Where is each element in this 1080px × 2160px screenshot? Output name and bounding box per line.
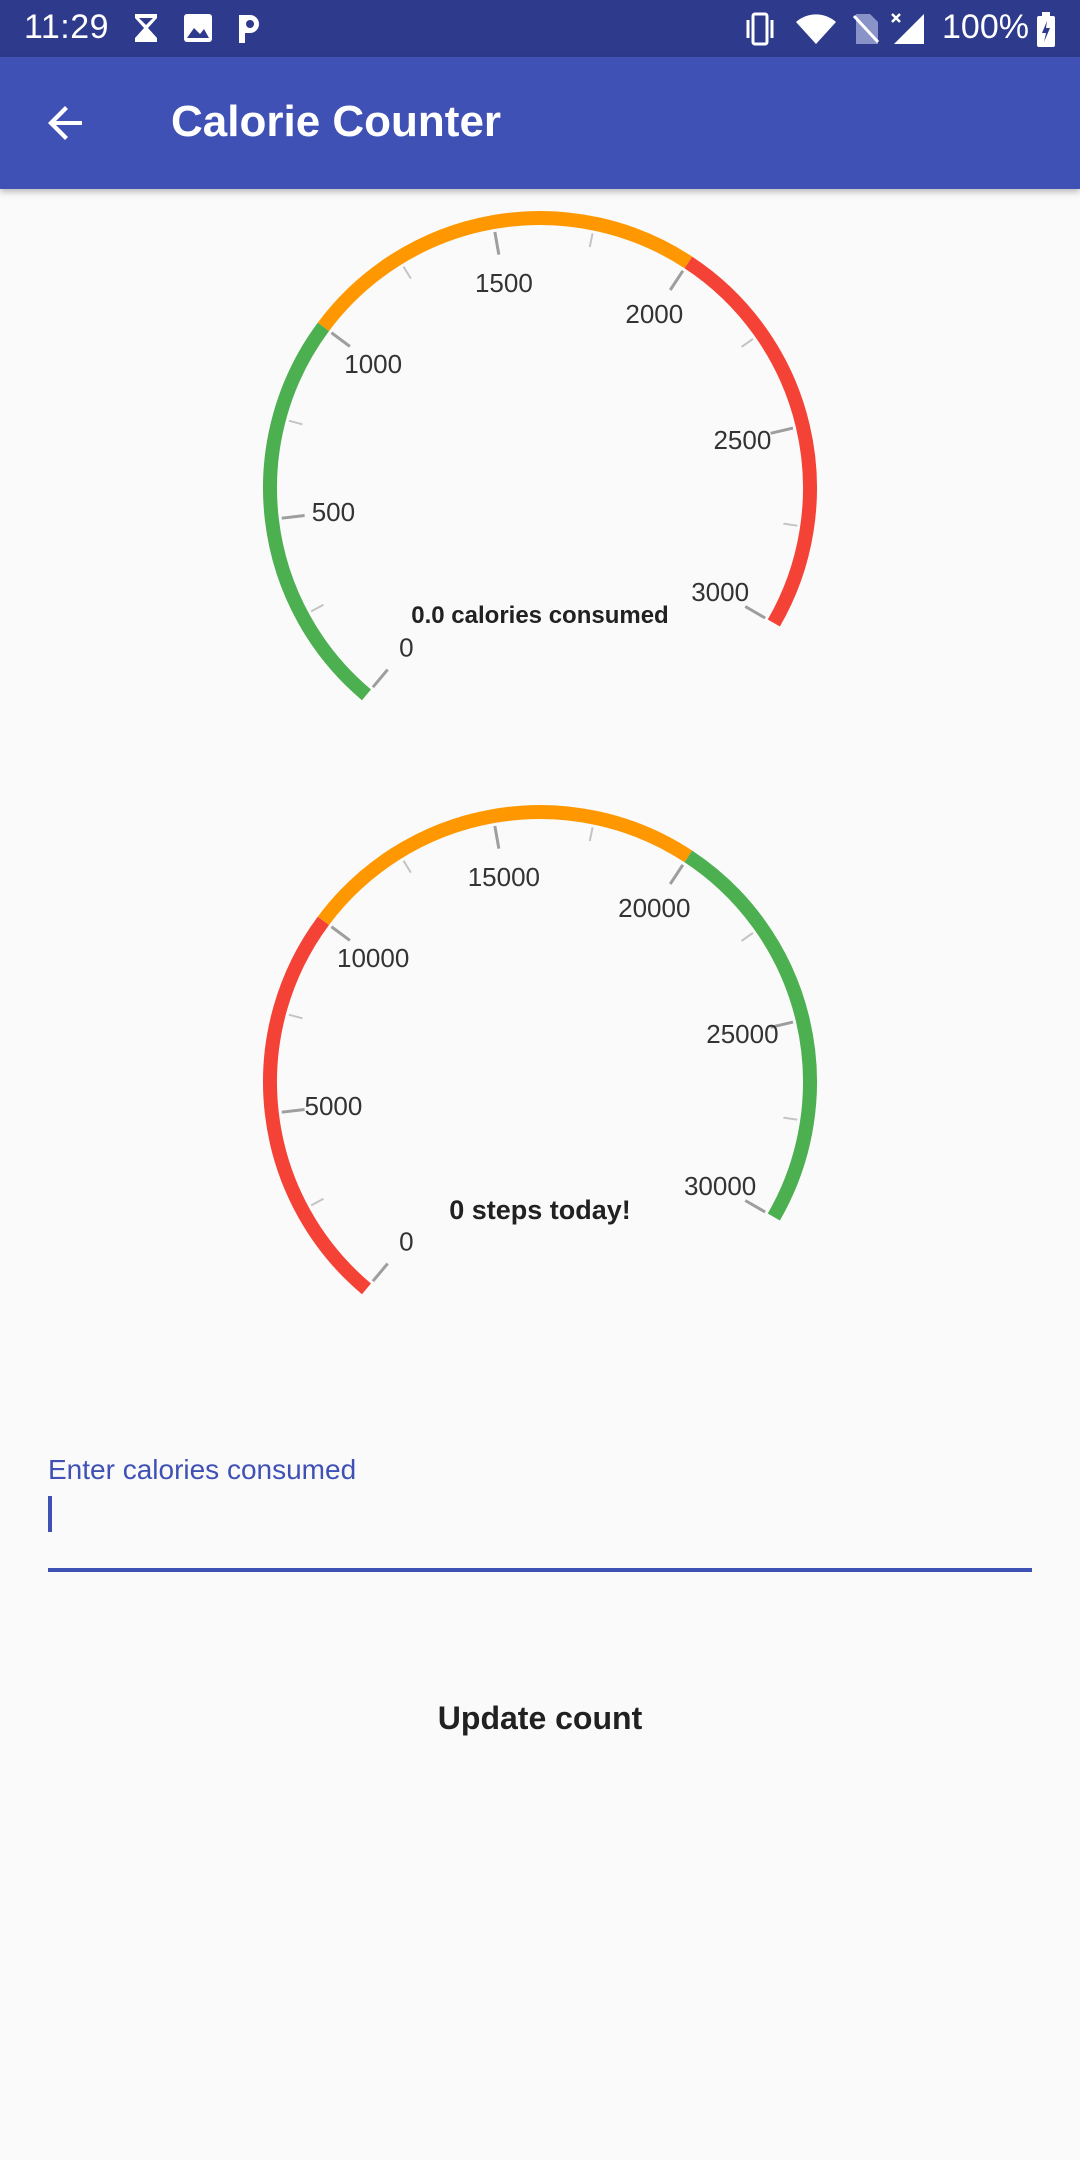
battery-charging-icon	[1037, 12, 1055, 47]
calories-gauge-tick-label: 0	[399, 632, 413, 662]
steps-gauge-tick	[783, 1116, 798, 1121]
status-bar: 11:29 100%	[0, 0, 1080, 57]
page-title: Calorie Counter	[171, 97, 502, 146]
signal-icon	[891, 13, 924, 44]
steps-gauge-tick	[740, 932, 754, 942]
calories-gauge-tick	[330, 331, 351, 348]
wifi-icon	[796, 14, 836, 44]
steps-gauge-tick-label: 15000	[468, 862, 540, 892]
steps-gauge-svg: 0 5000 10000 15000 20000 25000 30000 0 steps to…	[263, 805, 817, 1295]
calories-gauge-tick	[588, 233, 594, 248]
arrow-back-icon[interactable]	[42, 99, 90, 147]
steps-gauge-tick	[330, 925, 351, 942]
steps-gauge-tick	[371, 1262, 389, 1283]
calories-gauge-tick	[744, 605, 766, 620]
p-app-icon	[239, 15, 259, 43]
calories-gauge-tick	[281, 514, 305, 520]
app-bar: Calorie Counter	[0, 57, 1080, 189]
steps-gauge-tick	[588, 827, 594, 842]
vibrate-icon	[746, 12, 774, 46]
calories-gauge-tick	[770, 426, 794, 435]
steps-gauge-tick-label: 5000	[304, 1091, 362, 1121]
steps-gauge-caption: 0 steps today!	[449, 1195, 631, 1225]
image-icon	[184, 14, 212, 42]
calories-gauge-tick-label: 2000	[625, 299, 683, 329]
calorie-input-container	[48, 1490, 1032, 1572]
battery-percentage: 100%	[942, 8, 1029, 46]
no-sim-icon	[852, 14, 880, 44]
calories-gauge-tick-label: 1000	[344, 349, 402, 379]
steps-gauge-tick-label: 10000	[337, 943, 409, 973]
steps-gauge-tick	[744, 1199, 766, 1214]
update-count-button[interactable]: Update count	[390, 1680, 690, 1756]
calories-gauge-tick	[783, 522, 798, 527]
steps-gauge-tick-label: 0	[399, 1226, 413, 1256]
calories-gauge-tick-label: 1500	[475, 268, 533, 298]
calories-gauge-tick	[668, 269, 685, 291]
steps-gauge-tick	[288, 1013, 303, 1020]
steps-gauge-tick	[668, 863, 685, 885]
calories-gauge-tick	[402, 266, 412, 280]
calorie-input[interactable]	[48, 1490, 1032, 1568]
steps-gauge-tick	[310, 1197, 324, 1207]
steps-gauge-tick-label: 30000	[684, 1171, 756, 1201]
calories-gauge-tick-label: 3000	[691, 577, 749, 607]
steps-gauge: 0 5000 10000 15000 20000 25000 30000 0 steps to…	[0, 784, 1080, 1324]
calories-gauge-tick	[371, 668, 389, 689]
calorie-gauge: 0 500 1000 1500 2000 2500 3000 0.0 calories con…	[0, 190, 1080, 730]
calories-gauge-tick	[740, 338, 754, 348]
calories-gauge-tick-label: 2500	[713, 425, 771, 455]
steps-gauge-tick	[493, 825, 501, 849]
calorie-input-label: Enter calories consumed	[48, 1454, 357, 1485]
status-time: 11:29	[24, 8, 110, 46]
calories-gauge-tick-label: 500	[312, 497, 355, 527]
steps-gauge-tick	[281, 1108, 305, 1114]
steps-gauge-tick-label: 25000	[706, 1019, 778, 1049]
hourglass-icon	[135, 14, 157, 42]
steps-gauge-tick	[402, 860, 412, 874]
calories-gauge-tick	[310, 603, 324, 613]
calorie-gauge-caption: 0.0 calories consumed	[411, 602, 668, 629]
calories-gauge-tick	[288, 419, 303, 426]
calorie-gauge-svg: 0 500 1000 1500 2000 2500 3000 0.0 calories con…	[263, 211, 817, 701]
calories-gauge-tick	[493, 231, 501, 255]
steps-gauge-tick-label: 20000	[618, 893, 690, 923]
